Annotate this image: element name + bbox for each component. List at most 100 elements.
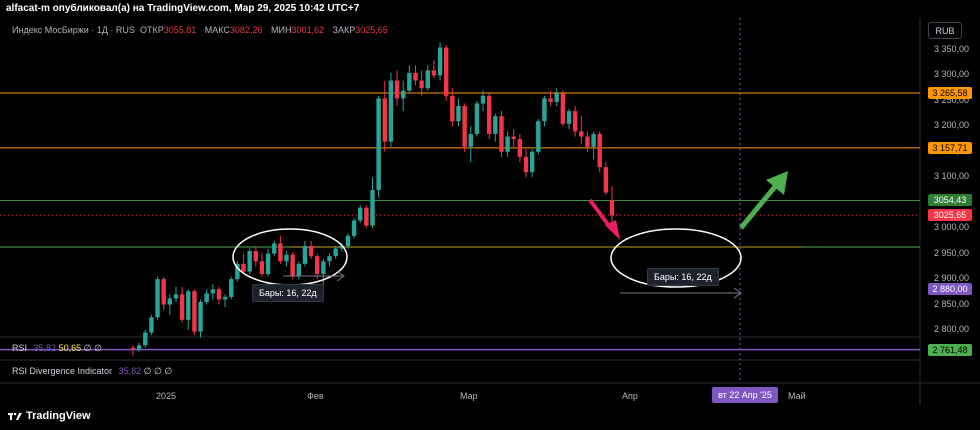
candle-body	[394, 80, 400, 99]
candle-body	[572, 111, 578, 132]
candle-body	[419, 80, 424, 89]
candle-body	[425, 70, 430, 89]
high-label: МАКС	[204, 25, 230, 35]
tradingview-chart-screen: alfacat-m опубликовал(а) на TradingView.…	[0, 0, 980, 430]
price-level-label: 3054,43	[928, 194, 972, 207]
brand-name: TradingView	[26, 410, 91, 422]
price-level-label: 3 265,58	[928, 86, 972, 99]
time-label-feb: Фев	[307, 391, 324, 401]
candle-body	[284, 254, 289, 262]
candle-body	[278, 243, 283, 262]
open-value: 3055,81	[163, 25, 197, 35]
candle-body	[499, 116, 504, 152]
candle-body	[210, 289, 216, 294]
rsi-div-name: RSI Divergence Indicator	[12, 366, 113, 376]
price-tick-label: 3 000,00	[934, 222, 970, 233]
low-value: 3001,62	[291, 25, 324, 35]
price-level-label: 3 157,71	[928, 141, 972, 154]
candle-body	[192, 291, 197, 332]
candle-body	[413, 72, 418, 81]
candle-body	[204, 293, 209, 302]
candle-body	[401, 90, 406, 99]
time-label-mar: Мар	[460, 391, 478, 401]
rsi-value: 35,82	[33, 343, 57, 353]
candles	[130, 42, 615, 356]
bars-range-tooltip-right[interactable]: Бары: 16, 22д	[647, 268, 719, 286]
rsi-div-empty-3: ∅	[164, 366, 173, 376]
close-value: 3025,65	[355, 25, 388, 35]
price-tick-label: 2 850,00	[934, 298, 970, 309]
candle-body	[186, 291, 191, 320]
price-tick-label: 3 350,00	[934, 44, 970, 54]
candle-body	[179, 294, 185, 320]
rsi-div-empty-2: ∅	[153, 366, 162, 376]
candle-body	[511, 136, 516, 140]
price-level-label: 2 880,00	[928, 283, 972, 296]
cursor-date-badge: вт 22 Апр '25	[712, 387, 778, 403]
candle-body	[462, 106, 467, 147]
price-level-label: 2 761,48	[928, 343, 972, 356]
candle-body	[376, 98, 381, 190]
rsi-divergence-legend[interactable]: RSI Divergence Indicator 35,82 ∅ ∅ ∅	[12, 366, 172, 377]
candle-body	[603, 167, 609, 193]
high-value: 3082,26	[229, 25, 263, 35]
candle-body	[259, 261, 265, 274]
candle-body	[333, 248, 338, 257]
tradingview-logo[interactable]: TradingView	[8, 410, 91, 422]
candle-body	[382, 98, 387, 142]
candle-body	[474, 103, 480, 134]
candle-body	[216, 289, 222, 300]
candle-body	[290, 254, 295, 277]
candle-body	[302, 246, 308, 264]
close-label: ЗАКР	[332, 25, 356, 35]
candle-body	[149, 317, 154, 333]
candle-body	[468, 134, 473, 147]
open-label: ОТКР	[139, 25, 164, 35]
candle-body	[529, 151, 535, 173]
time-label-may: Май	[788, 391, 806, 401]
symbol-name[interactable]: Индекс МосБиржи · 1Д · RUS	[12, 25, 135, 35]
candle-body	[167, 298, 173, 305]
candle-body	[536, 121, 541, 152]
price-tick-label: 2 900,00	[934, 273, 970, 284]
rsi-div-empty-1: ∅	[143, 366, 152, 376]
candle-body	[161, 279, 166, 305]
candle-body	[517, 139, 523, 157]
candle-body	[566, 111, 572, 124]
candle-body	[327, 256, 332, 262]
bars-range-tooltip-left[interactable]: Бары: 16, 22д	[252, 284, 324, 302]
symbol-legend: Индекс МосБиржи · 1Д · RUS ОТКР3055,81 М…	[12, 25, 394, 35]
rsi-legend[interactable]: RSI 35,82 50,65 ∅ ∅	[12, 343, 102, 354]
candle-body	[579, 131, 584, 137]
horizontal-levels	[0, 92, 920, 351]
green-arrow-shaft	[739, 181, 780, 230]
price-tick-label: 2 800,00	[934, 324, 970, 334]
tradingview-logo-icon	[8, 412, 22, 421]
candle-body	[523, 156, 529, 173]
candle-body	[345, 235, 351, 246]
currency-button[interactable]: RUB	[928, 22, 962, 39]
candle-body	[358, 207, 363, 221]
candle-body	[241, 263, 246, 272]
candle-body	[143, 332, 148, 346]
candle-body	[486, 95, 492, 134]
candle-body	[247, 251, 252, 272]
candle-body	[431, 70, 437, 76]
rsi-empty-1: ∅	[83, 343, 92, 353]
price-level-label: 3025,65	[928, 209, 972, 222]
rsi-empty-2: ∅	[93, 343, 102, 353]
chart-grid	[0, 18, 980, 405]
candle-body	[591, 134, 596, 147]
price-tick-label: 2 950,00	[934, 247, 970, 258]
candle-body	[296, 263, 302, 277]
candle-body	[560, 93, 566, 124]
candle-body	[364, 207, 369, 226]
candle-body	[173, 294, 179, 299]
candle-body	[136, 345, 142, 350]
candle-body	[130, 347, 136, 350]
candle-body	[554, 93, 559, 102]
candle-body	[351, 220, 357, 236]
candle-body	[609, 200, 615, 216]
candle-body	[265, 253, 271, 274]
candle-body	[407, 72, 412, 91]
